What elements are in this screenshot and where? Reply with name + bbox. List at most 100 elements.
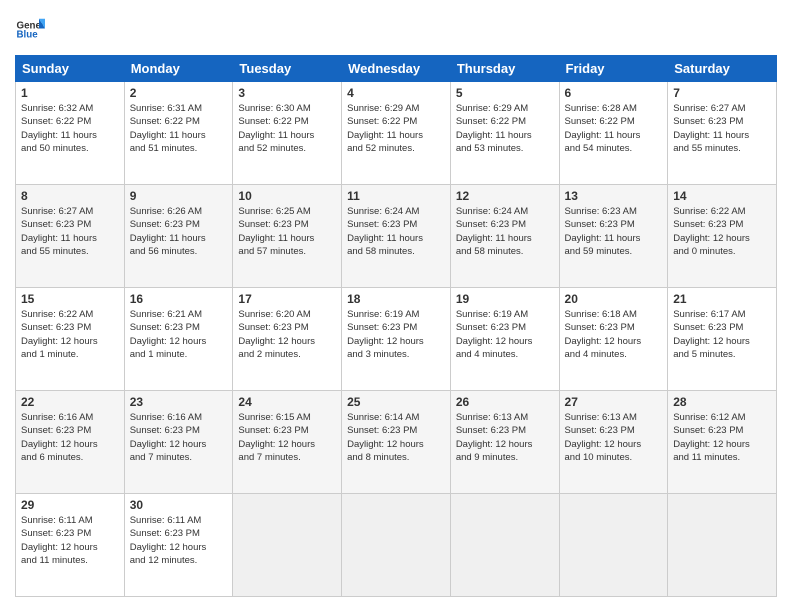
day-info: Sunrise: 6:27 AM Sunset: 6:23 PM Dayligh…: [673, 102, 771, 155]
day-number: 22: [21, 395, 119, 409]
day-number: 12: [456, 189, 554, 203]
day-number: 11: [347, 189, 445, 203]
calendar-week-3: 15 Sunrise: 6:22 AM Sunset: 6:23 PM Dayli…: [16, 288, 777, 391]
day-number: 10: [238, 189, 336, 203]
day-info: Sunrise: 6:29 AM Sunset: 6:22 PM Dayligh…: [456, 102, 554, 155]
day-number: 1: [21, 86, 119, 100]
svg-text:Blue: Blue: [17, 30, 39, 41]
calendar-cell: 25Sunrise: 6:14 AM Sunset: 6:23 PM Dayli…: [342, 391, 451, 494]
general-blue-icon: General Blue: [15, 15, 45, 45]
day-number: 6: [565, 86, 663, 100]
day-number: 19: [456, 292, 554, 306]
day-number: 26: [456, 395, 554, 409]
calendar-week-5: 29 Sunrise: 6:11 AM Sunset: 6:23 PM Dayli…: [16, 494, 777, 597]
calendar-cell: [342, 494, 451, 597]
day-info: Sunrise: 6:14 AM Sunset: 6:23 PM Dayligh…: [347, 411, 445, 464]
day-info: Sunrise: 6:15 AM Sunset: 6:23 PM Dayligh…: [238, 411, 336, 464]
calendar-cell: 14 Sunrise: 6:22 AM Sunset: 6:23 PM Dayli…: [668, 185, 777, 288]
day-number: 21: [673, 292, 771, 306]
day-info: Sunrise: 6:20 AM Sunset: 6:23 PM Dayligh…: [238, 308, 336, 361]
day-number: 5: [456, 86, 554, 100]
calendar-cell: 26 Sunrise: 6:13 AM Sunset: 6:23 PM Dayli…: [450, 391, 559, 494]
calendar-week-4: 22 Sunrise: 6:16 AM Sunset: 6:23 PM Dayli…: [16, 391, 777, 494]
weekday-tuesday: Tuesday: [233, 56, 342, 82]
weekday-sunday: Sunday: [16, 56, 125, 82]
day-info: Sunrise: 6:24 AM Sunset: 6:23 PM Dayligh…: [347, 205, 445, 258]
calendar-body: 1 Sunrise: 6:32 AM Sunset: 6:22 PM Daylig…: [16, 82, 777, 597]
day-number: 30: [130, 498, 228, 512]
calendar-week-2: 8Sunrise: 6:27 AM Sunset: 6:23 PM Daylig…: [16, 185, 777, 288]
weekday-thursday: Thursday: [450, 56, 559, 82]
calendar-cell: 4 Sunrise: 6:29 AM Sunset: 6:22 PM Daylig…: [342, 82, 451, 185]
calendar-cell: [559, 494, 668, 597]
day-info: Sunrise: 6:22 AM Sunset: 6:23 PM Dayligh…: [673, 205, 771, 258]
calendar-cell: 7 Sunrise: 6:27 AM Sunset: 6:23 PM Daylig…: [668, 82, 777, 185]
calendar-cell: 6 Sunrise: 6:28 AM Sunset: 6:22 PM Daylig…: [559, 82, 668, 185]
calendar-cell: 1 Sunrise: 6:32 AM Sunset: 6:22 PM Daylig…: [16, 82, 125, 185]
calendar-cell: 2Sunrise: 6:31 AM Sunset: 6:22 PM Daylig…: [124, 82, 233, 185]
day-info: Sunrise: 6:11 AM Sunset: 6:23 PM Dayligh…: [130, 514, 228, 567]
day-info: Sunrise: 6:17 AM Sunset: 6:23 PM Dayligh…: [673, 308, 771, 361]
calendar-cell: 21 Sunrise: 6:17 AM Sunset: 6:23 PM Dayli…: [668, 288, 777, 391]
calendar-cell: 22 Sunrise: 6:16 AM Sunset: 6:23 PM Dayli…: [16, 391, 125, 494]
logo: General Blue: [15, 15, 47, 45]
day-info: Sunrise: 6:31 AM Sunset: 6:22 PM Dayligh…: [130, 102, 228, 155]
calendar-cell: [450, 494, 559, 597]
day-info: Sunrise: 6:16 AM Sunset: 6:23 PM Dayligh…: [21, 411, 119, 464]
day-info: Sunrise: 6:26 AM Sunset: 6:23 PM Dayligh…: [130, 205, 228, 258]
day-info: Sunrise: 6:25 AM Sunset: 6:23 PM Dayligh…: [238, 205, 336, 258]
calendar-cell: 13Sunrise: 6:23 AM Sunset: 6:23 PM Dayli…: [559, 185, 668, 288]
weekday-monday: Monday: [124, 56, 233, 82]
weekday-saturday: Saturday: [668, 56, 777, 82]
day-info: Sunrise: 6:23 AM Sunset: 6:23 PM Dayligh…: [565, 205, 663, 258]
day-info: Sunrise: 6:21 AM Sunset: 6:23 PM Dayligh…: [130, 308, 228, 361]
day-number: 18: [347, 292, 445, 306]
day-info: Sunrise: 6:30 AM Sunset: 6:22 PM Dayligh…: [238, 102, 336, 155]
calendar-cell: 28 Sunrise: 6:12 AM Sunset: 6:23 PM Dayli…: [668, 391, 777, 494]
calendar-cell: [233, 494, 342, 597]
calendar-cell: 5 Sunrise: 6:29 AM Sunset: 6:22 PM Daylig…: [450, 82, 559, 185]
calendar-cell: 17 Sunrise: 6:20 AM Sunset: 6:23 PM Dayli…: [233, 288, 342, 391]
day-number: 7: [673, 86, 771, 100]
day-number: 3: [238, 86, 336, 100]
day-number: 29: [21, 498, 119, 512]
day-number: 15: [21, 292, 119, 306]
day-info: Sunrise: 6:12 AM Sunset: 6:23 PM Dayligh…: [673, 411, 771, 464]
day-number: 4: [347, 86, 445, 100]
calendar-week-1: 1 Sunrise: 6:32 AM Sunset: 6:22 PM Daylig…: [16, 82, 777, 185]
calendar-cell: 24Sunrise: 6:15 AM Sunset: 6:23 PM Dayli…: [233, 391, 342, 494]
day-info: Sunrise: 6:29 AM Sunset: 6:22 PM Dayligh…: [347, 102, 445, 155]
day-info: Sunrise: 6:22 AM Sunset: 6:23 PM Dayligh…: [21, 308, 119, 361]
weekday-friday: Friday: [559, 56, 668, 82]
calendar-cell: 30 Sunrise: 6:11 AM Sunset: 6:23 PM Dayli…: [124, 494, 233, 597]
calendar-cell: 8Sunrise: 6:27 AM Sunset: 6:23 PM Daylig…: [16, 185, 125, 288]
calendar-cell: 27Sunrise: 6:13 AM Sunset: 6:23 PM Dayli…: [559, 391, 668, 494]
day-info: Sunrise: 6:32 AM Sunset: 6:22 PM Dayligh…: [21, 102, 119, 155]
calendar-cell: 20Sunrise: 6:18 AM Sunset: 6:23 PM Dayli…: [559, 288, 668, 391]
calendar-cell: 16 Sunrise: 6:21 AM Sunset: 6:23 PM Dayli…: [124, 288, 233, 391]
day-number: 17: [238, 292, 336, 306]
weekday-wednesday: Wednesday: [342, 56, 451, 82]
day-info: Sunrise: 6:24 AM Sunset: 6:23 PM Dayligh…: [456, 205, 554, 258]
weekday-header-row: SundayMondayTuesdayWednesdayThursdayFrid…: [16, 56, 777, 82]
day-number: 16: [130, 292, 228, 306]
day-number: 14: [673, 189, 771, 203]
day-info: Sunrise: 6:28 AM Sunset: 6:22 PM Dayligh…: [565, 102, 663, 155]
calendar-cell: 10 Sunrise: 6:25 AM Sunset: 6:23 PM Dayli…: [233, 185, 342, 288]
calendar-cell: [668, 494, 777, 597]
day-info: Sunrise: 6:13 AM Sunset: 6:23 PM Dayligh…: [456, 411, 554, 464]
day-info: Sunrise: 6:18 AM Sunset: 6:23 PM Dayligh…: [565, 308, 663, 361]
day-number: 28: [673, 395, 771, 409]
calendar-cell: 23 Sunrise: 6:16 AM Sunset: 6:23 PM Dayli…: [124, 391, 233, 494]
calendar-cell: 9Sunrise: 6:26 AM Sunset: 6:23 PM Daylig…: [124, 185, 233, 288]
day-info: Sunrise: 6:16 AM Sunset: 6:23 PM Dayligh…: [130, 411, 228, 464]
calendar-cell: 19 Sunrise: 6:19 AM Sunset: 6:23 PM Dayli…: [450, 288, 559, 391]
calendar-cell: 11 Sunrise: 6:24 AM Sunset: 6:23 PM Dayli…: [342, 185, 451, 288]
day-info: Sunrise: 6:19 AM Sunset: 6:23 PM Dayligh…: [456, 308, 554, 361]
page: General Blue SundayMondayTuesdayWednesda…: [0, 0, 792, 612]
calendar-table: SundayMondayTuesdayWednesdayThursdayFrid…: [15, 55, 777, 597]
calendar-cell: 12 Sunrise: 6:24 AM Sunset: 6:23 PM Dayli…: [450, 185, 559, 288]
header: General Blue: [15, 15, 777, 45]
day-number: 27: [565, 395, 663, 409]
day-number: 23: [130, 395, 228, 409]
